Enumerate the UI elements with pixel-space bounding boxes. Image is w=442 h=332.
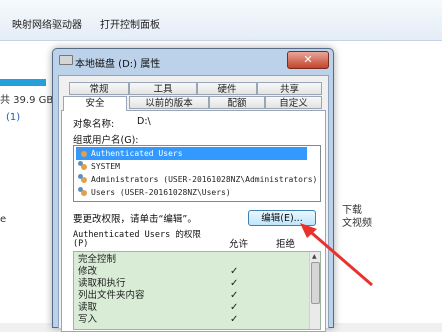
arrow-shaft — [305, 226, 373, 287]
tab-security[interactable]: 安全 — [63, 96, 127, 111]
red-arrow-annotation — [300, 223, 373, 287]
